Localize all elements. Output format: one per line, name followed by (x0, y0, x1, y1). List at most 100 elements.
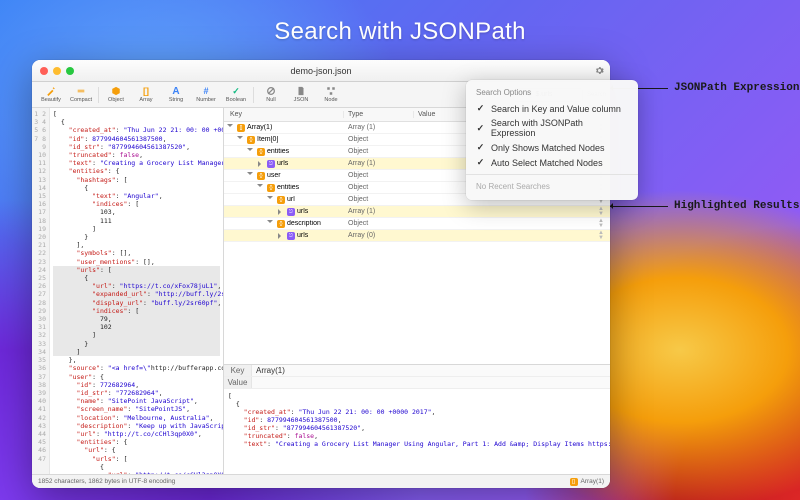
close-icon[interactable] (40, 67, 48, 75)
tree-icon (326, 86, 336, 96)
tree-row[interactable]: {}description Object ▲▼ (224, 218, 610, 230)
status-left: 1852 characters, 1862 bytes in UTF-8 enc… (38, 478, 175, 485)
toolbar-label: JSON (294, 97, 309, 103)
toolbar-label: Boolean (226, 97, 246, 103)
search-option[interactable]: ✓Only Shows Matched Nodes (466, 140, 638, 155)
disclosure-icon[interactable] (278, 209, 284, 215)
toolbar-label: String (169, 97, 183, 103)
stepper-icon[interactable]: ▲▼ (598, 207, 604, 217)
url-icon: ⎋ (287, 232, 295, 240)
search-option[interactable]: ✓Search with JSONPath Expression (466, 116, 638, 140)
hash-icon: # (203, 86, 208, 96)
disclosure-icon[interactable] (257, 184, 263, 190)
node-type: Object (344, 136, 414, 143)
arrow-left-icon (608, 206, 668, 207)
callout-label: Highlighted Results (674, 200, 799, 212)
disclosure-icon[interactable] (247, 148, 253, 154)
node-key: urls (297, 232, 308, 239)
obj-icon: {} (257, 172, 265, 180)
detail-key-label: Key (224, 365, 252, 376)
node-type: Array (0) (344, 232, 414, 239)
tree-row[interactable]: ⎋urls Array (0) ▲▼ (224, 230, 610, 242)
maximize-icon[interactable] (66, 67, 74, 75)
titlebar[interactable]: demo-json.json (32, 60, 610, 82)
search-option[interactable]: ✓Search in Key and Value column (466, 101, 638, 116)
statusbar: 1852 characters, 1862 bytes in UTF-8 enc… (32, 474, 610, 488)
disclosure-icon[interactable] (237, 136, 243, 142)
traffic-lights (40, 67, 74, 75)
code-editor[interactable]: 1 2 3 4 5 6 7 8 9 10 11 12 13 14 15 16 1… (32, 108, 224, 474)
separator (466, 174, 638, 175)
stepper-icon[interactable]: ▲▼ (598, 231, 604, 241)
toolbar-null-button[interactable]: Null (256, 83, 286, 107)
obj-icon: {} (247, 136, 255, 144)
crumb-label: Array(1) (581, 478, 604, 485)
disclosure-icon[interactable] (267, 196, 273, 202)
separator (253, 87, 254, 103)
toolbar-array-button[interactable]: []Array (131, 83, 161, 107)
node-key: Array(1) (247, 124, 272, 131)
detail-json[interactable]: [ { "created_at": "Thu Jun 22 21: 00: 00… (224, 389, 610, 474)
window-title: demo-json.json (290, 66, 351, 76)
option-label: Search in Key and Value column (491, 104, 621, 114)
node-value: ▲▼ (414, 219, 610, 229)
popover-title: Search Options (466, 86, 638, 101)
popover-footer: No Recent Searches (466, 179, 638, 194)
toolbar-label: Array (139, 97, 152, 103)
toolbar-number-button[interactable]: #Number (191, 83, 221, 107)
node-type: Object (344, 196, 414, 203)
disclosure-icon[interactable] (267, 220, 273, 226)
node-key: entities (267, 148, 289, 155)
callout-results: Highlighted Results (608, 200, 799, 212)
node-type: Object (344, 172, 414, 179)
node-type: Object (344, 184, 414, 191)
null-icon (266, 86, 276, 96)
toolbar-object-button[interactable]: Object (101, 83, 131, 107)
option-label: Only Shows Matched Nodes (491, 143, 605, 153)
array-icon: [] (570, 478, 578, 486)
detail-value-label: Value (224, 377, 252, 388)
node-type: Object (344, 148, 414, 155)
obj-icon: {} (277, 196, 285, 204)
tree-row[interactable]: ⎋urlsArray (1)▲▼ (224, 206, 610, 218)
toolbar-beautify-button[interactable]: Beautify (36, 83, 66, 107)
node-type: Array (1) (344, 208, 414, 215)
node-type: Array (1) (344, 124, 414, 131)
toolbar-compact-button[interactable]: Compact (66, 83, 96, 107)
node-value: ▲▼ (414, 207, 610, 217)
separator (98, 87, 99, 103)
hero-title: Search with JSONPath (0, 18, 800, 46)
node-type: Array (1) (344, 160, 414, 167)
line-gutter: 1 2 3 4 5 6 7 8 9 10 11 12 13 14 15 16 1… (32, 108, 50, 474)
toolbar-label: Object (108, 97, 124, 103)
col-key[interactable]: Key (224, 111, 344, 118)
node-key: user (267, 172, 281, 179)
stepper-icon[interactable]: ▲▼ (598, 219, 604, 229)
node-type: Object (344, 220, 414, 227)
disclosure-icon[interactable] (278, 233, 284, 239)
code-content[interactable]: [ { "created_at": "Thu Jun 22 21: 00: 00… (50, 108, 223, 474)
wand-icon (46, 86, 56, 96)
status-crumb[interactable]: [] Array(1) (570, 478, 604, 486)
search-option[interactable]: ✓Auto Select Matched Nodes (466, 155, 638, 170)
disclosure-icon[interactable] (258, 161, 264, 167)
obj-icon: {} (277, 220, 285, 228)
node-key: description (287, 220, 321, 227)
toolbar-node-button[interactable]: Node (316, 83, 346, 107)
col-type[interactable]: Type (344, 111, 414, 118)
gear-icon[interactable] (595, 66, 604, 75)
node-key: urls (297, 208, 308, 215)
minimize-icon[interactable] (53, 67, 61, 75)
node-value: ▲▼ (414, 231, 610, 241)
toolbar-json-button[interactable]: JSON (286, 83, 316, 107)
option-label: Auto Select Matched Nodes (491, 158, 603, 168)
disclosure-icon[interactable] (227, 124, 233, 130)
obj-icon: {} (267, 184, 275, 192)
detail-key-value: Array(1) (252, 365, 610, 376)
cube-o-icon (111, 86, 121, 96)
option-label: Search with JSONPath Expression (491, 118, 628, 138)
disclosure-icon[interactable] (247, 172, 253, 178)
node-key: urls (277, 160, 288, 167)
toolbar-string-button[interactable]: AString (161, 83, 191, 107)
toolbar-boolean-button[interactable]: ✓Boolean (221, 83, 251, 107)
